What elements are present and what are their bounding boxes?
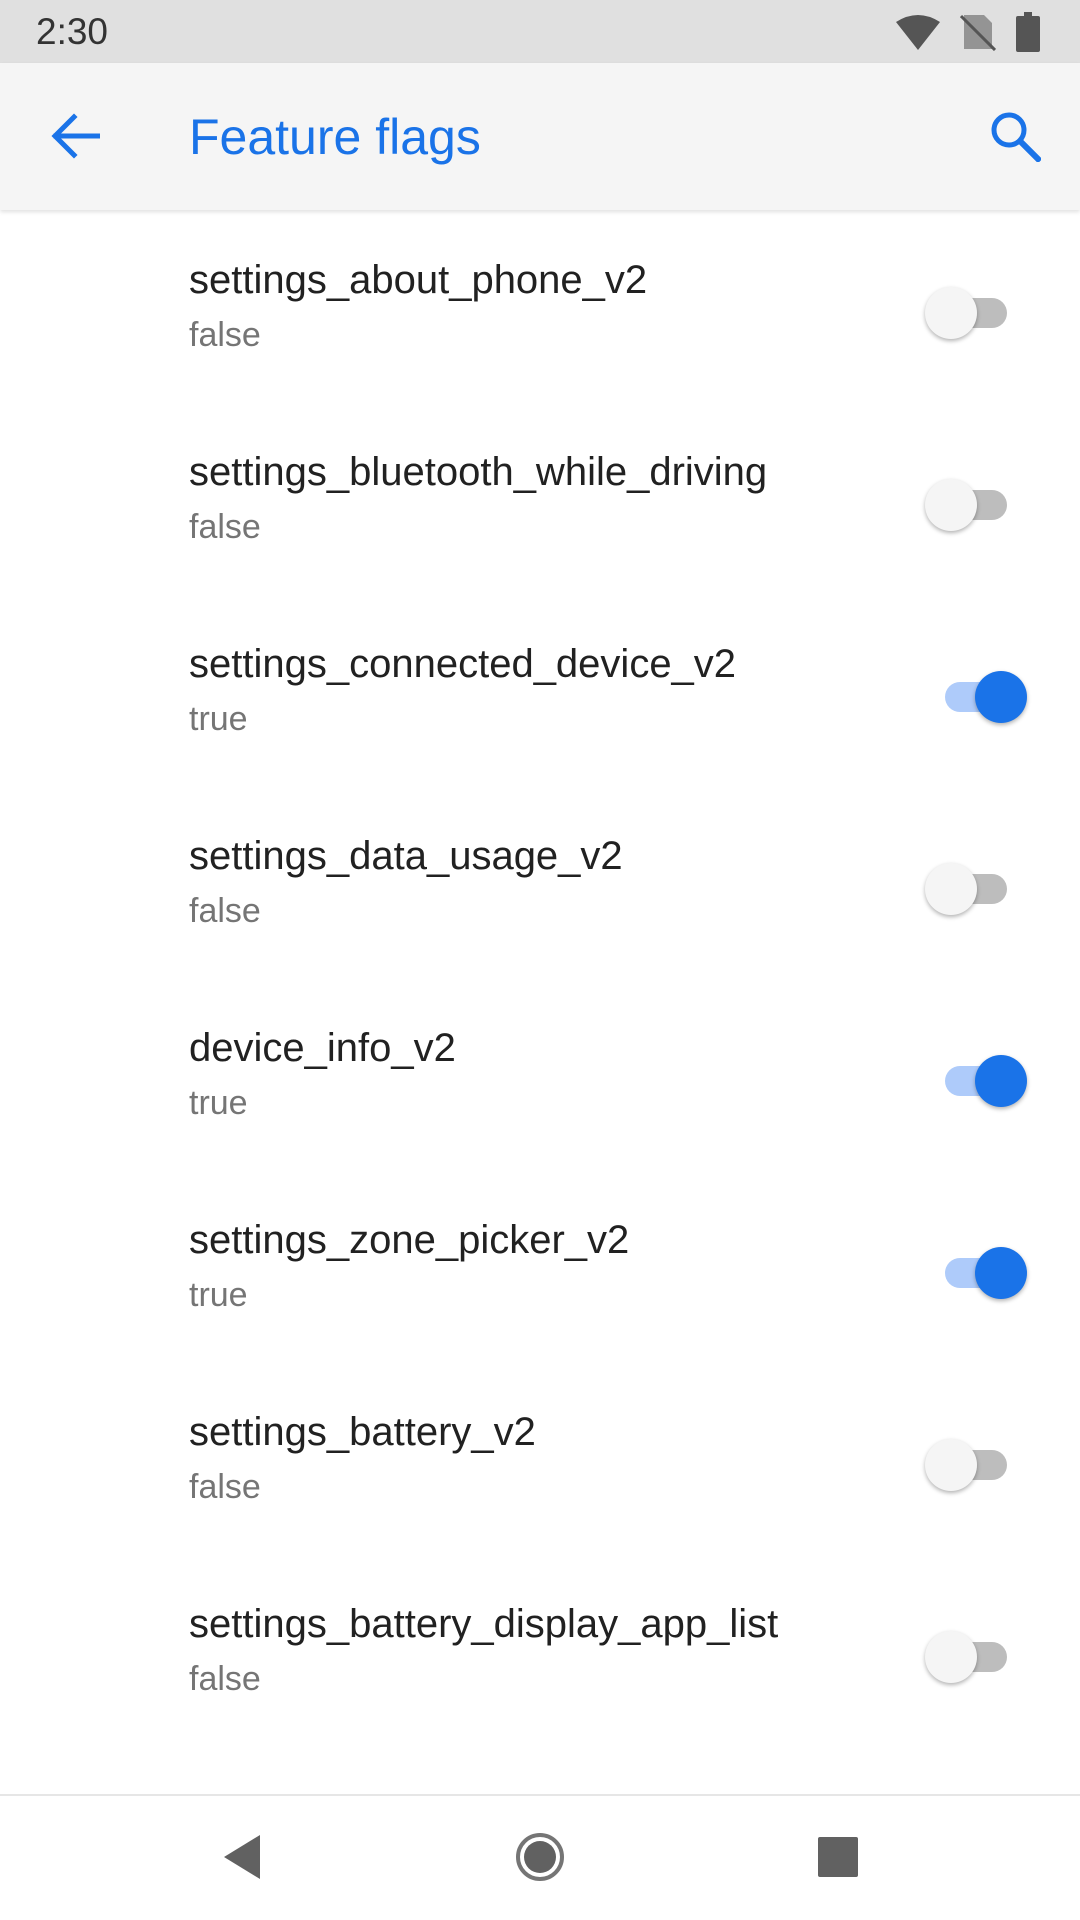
nav-back-button[interactable] — [207, 1824, 277, 1894]
navigation-bar — [0, 1794, 1080, 1920]
flag-item[interactable]: settings_data_usage_v2 false — [0, 786, 1080, 978]
flag-name: settings_battery_v2 — [189, 1410, 536, 1454]
status-bar: 2:30 — [0, 0, 1080, 63]
flag-item[interactable]: settings_bluetooth_while_driving false — [0, 402, 1080, 594]
flag-toggle[interactable] — [925, 1050, 1030, 1110]
flag-value: false — [189, 892, 261, 930]
flag-toggle[interactable] — [925, 1626, 1030, 1686]
flag-value: false — [189, 1660, 261, 1698]
flag-name: settings_data_usage_v2 — [189, 834, 623, 878]
flag-toggle[interactable] — [925, 1434, 1030, 1494]
flag-item[interactable]: settings_about_phone_v2 false — [0, 210, 1080, 402]
feature-flag-list: settings_about_phone_v2 false settings_b… — [0, 210, 1080, 1746]
flag-name: settings_zone_picker_v2 — [189, 1218, 630, 1262]
back-button[interactable] — [40, 103, 110, 173]
flag-item[interactable]: settings_battery_display_app_list false — [0, 1554, 1080, 1746]
flag-value: true — [189, 1084, 248, 1122]
status-time: 2:30 — [36, 10, 109, 52]
flag-name: settings_connected_device_v2 — [189, 642, 737, 686]
flag-item[interactable]: settings_zone_picker_v2 true — [0, 1170, 1080, 1362]
flag-value: true — [189, 1276, 248, 1314]
flag-value: true — [189, 700, 248, 738]
wifi-icon — [896, 14, 940, 50]
home-circle-icon — [514, 1831, 566, 1888]
status-icons — [896, 11, 1040, 52]
flag-name: settings_bluetooth_while_driving — [189, 450, 768, 494]
flag-toggle[interactable] — [925, 666, 1030, 726]
flag-value: false — [189, 316, 261, 354]
flag-item[interactable]: device_info_v2 true — [0, 978, 1080, 1170]
search-button[interactable] — [980, 103, 1050, 173]
back-triangle-icon — [220, 1833, 264, 1886]
flag-toggle[interactable] — [925, 1242, 1030, 1302]
search-icon — [989, 110, 1043, 167]
flag-toggle[interactable] — [925, 858, 1030, 918]
battery-icon — [1016, 11, 1040, 52]
no-sim-icon — [960, 13, 996, 51]
arrow-back-icon — [50, 112, 101, 164]
flag-toggle[interactable] — [925, 474, 1030, 534]
flag-value: false — [189, 1468, 261, 1506]
app-bar: Feature flags — [0, 63, 1080, 210]
flag-name: settings_battery_display_app_list — [189, 1602, 779, 1646]
flag-item[interactable]: settings_connected_device_v2 true — [0, 594, 1080, 786]
recents-square-icon — [817, 1836, 859, 1883]
flag-name: settings_about_phone_v2 — [189, 258, 648, 302]
nav-home-button[interactable] — [505, 1824, 575, 1894]
flag-name: device_info_v2 — [189, 1026, 456, 1070]
flag-item[interactable]: settings_battery_v2 false — [0, 1362, 1080, 1554]
flag-value: false — [189, 508, 261, 546]
nav-recents-button[interactable] — [803, 1824, 873, 1894]
page-title: Feature flags — [189, 109, 481, 165]
flag-toggle[interactable] — [925, 282, 1030, 342]
